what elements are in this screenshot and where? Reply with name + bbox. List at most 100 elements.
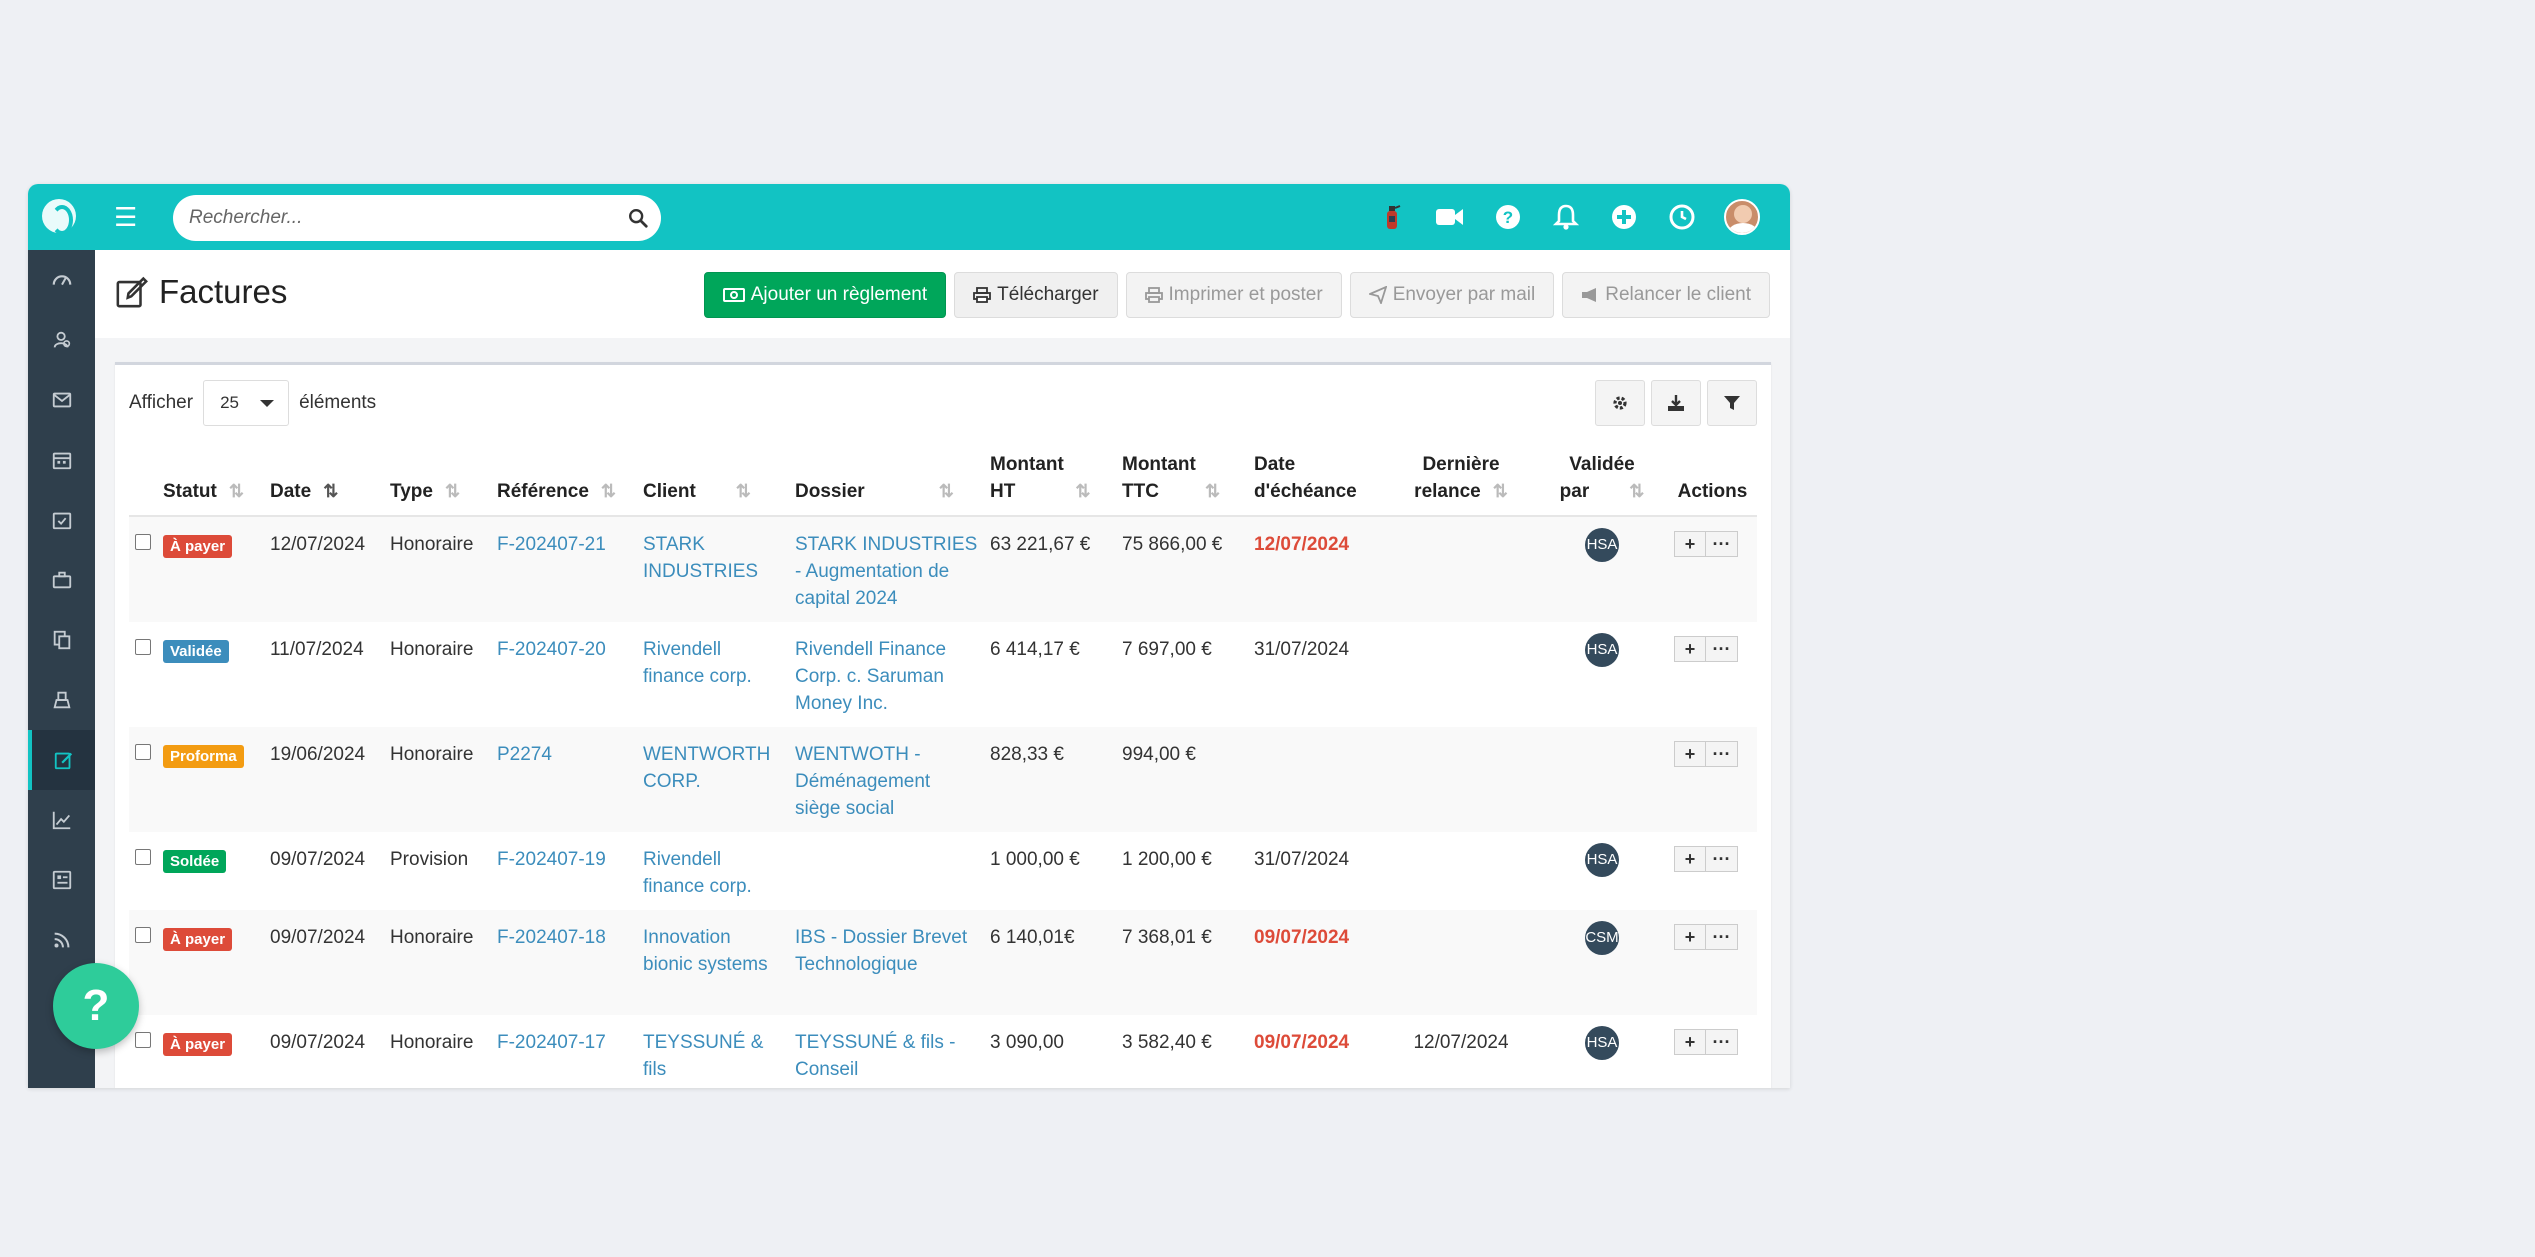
calendar-icon[interactable] [28,430,95,490]
rss-feed-icon[interactable] [28,910,95,970]
reference-link[interactable]: F-202407-19 [491,832,637,910]
row-more-button[interactable]: ··· [1706,531,1738,557]
client-link[interactable]: Innovation bionic systems [637,910,789,1015]
reference-link[interactable]: F-202407-20 [491,622,637,727]
table-row[interactable]: À payer 12/07/2024 Honoraire F-202407-21… [129,516,1757,622]
row-more-button[interactable]: ··· [1706,636,1738,662]
client-link[interactable]: Rivendell finance corp. [637,832,789,910]
dossier-link[interactable]: Rivendell Finance Corp. c. Saruman Money… [789,622,984,727]
sort-icon[interactable]: ⇅ [1493,478,1508,505]
briefcase-icon[interactable] [28,550,95,610]
reference-link[interactable]: F-202407-18 [491,910,637,1015]
client-link[interactable]: TEYSSUNÉ & fils [637,1015,789,1088]
client-link[interactable]: Rivendell finance corp. [637,622,789,727]
table-row[interactable]: À payer 09/07/2024 Honoraire F-202407-18… [129,910,1757,1015]
add-icon[interactable] [1608,201,1640,233]
row-add-button[interactable]: + [1674,846,1706,872]
help-chat-button[interactable]: ? [53,963,139,1049]
table-row[interactable]: Soldée 09/07/2024 Provision F-202407-19 … [129,832,1757,910]
sort-icon[interactable]: ⇅ [939,478,954,505]
download-button[interactable]: Télécharger [954,272,1118,318]
row-more-button[interactable]: ··· [1706,1029,1738,1055]
add-payment-button[interactable]: Ajouter un règlement [703,272,947,318]
dossier-link[interactable]: TEYSSUNÉ & fils - Conseil [789,1015,984,1088]
dashboard-icon[interactable] [28,250,95,310]
table-row[interactable]: À payer 09/07/2024 Honoraire F-202407-17… [129,1015,1757,1088]
column-header-montant-ttc[interactable]: Montant TTC ⇅ [1116,443,1248,517]
reference-link[interactable]: P2274 [491,727,637,832]
sort-icon[interactable]: ⇅ [1075,478,1090,505]
contacts-icon[interactable] [28,310,95,370]
column-header-montant-ht[interactable]: Montant HT ⇅ [984,443,1116,517]
reference-link[interactable]: F-202407-21 [491,516,637,622]
settings-button[interactable] [1595,380,1645,426]
export-button[interactable] [1651,380,1701,426]
row-checkbox[interactable] [135,744,151,760]
table-row[interactable]: Validée 11/07/2024 Honoraire F-202407-20… [129,622,1757,727]
documents-icon[interactable] [28,610,95,670]
remind-client-button[interactable]: Relancer le client [1562,272,1770,318]
sort-icon[interactable]: ⇅ [229,478,244,505]
row-more-button[interactable]: ··· [1706,846,1738,872]
page-size-select[interactable]: 25 [203,380,290,426]
clock-icon[interactable] [1666,201,1698,233]
column-header-relance[interactable]: Dernière relance ⇅ [1386,443,1536,517]
sort-desc-icon[interactable]: ⇅ [323,478,338,505]
fire-extinguisher-icon[interactable] [1376,201,1408,233]
help-icon[interactable]: ? [1492,201,1524,233]
dossier-link[interactable]: WENTWOTH - Déménagement siège social [789,727,984,832]
tasks-icon[interactable] [28,490,95,550]
user-avatar[interactable] [1724,199,1760,235]
column-header-type[interactable]: Type ⇅ [384,443,491,517]
sort-icon[interactable]: ⇅ [736,478,751,505]
last-reminder-cell [1386,727,1536,832]
row-add-button[interactable]: + [1674,531,1706,557]
print-and-post-button[interactable]: Imprimer et poster [1125,272,1342,318]
column-header-validee[interactable]: Validée par ⇅ [1536,443,1668,517]
sort-icon[interactable]: ⇅ [601,478,616,505]
column-header-echeance[interactable]: Date d'échéance [1248,443,1386,517]
search-icon[interactable] [627,207,649,229]
column-header-client[interactable]: Client ⇅ [637,443,789,517]
row-checkbox[interactable] [135,927,151,943]
dossier-link[interactable]: STARK INDUSTRIES - Augmentation de capit… [789,516,984,622]
video-camera-icon[interactable] [1434,201,1466,233]
client-link[interactable]: STARK INDUSTRIES [637,516,789,622]
invoices-icon[interactable] [28,730,95,790]
send-by-mail-button[interactable]: Envoyer par mail [1349,272,1555,318]
row-checkbox[interactable] [135,1032,151,1048]
bell-icon[interactable] [1550,201,1582,233]
statistics-icon[interactable] [28,790,95,850]
reference-link[interactable]: F-202407-17 [491,1015,637,1088]
row-add-button[interactable]: + [1674,1029,1706,1055]
sort-icon[interactable]: ⇅ [1205,478,1220,505]
reports-icon[interactable] [28,850,95,910]
column-header-dossier[interactable]: Dossier ⇅ [789,443,984,517]
mail-icon[interactable] [28,370,95,430]
row-more-button[interactable]: ··· [1706,741,1738,767]
table-header-row: Statut ⇅ Date ⇅ Type ⇅ Référence ⇅ Client ⇅ D… [129,443,1757,517]
billing-machine-icon[interactable] [28,670,95,730]
row-more-button[interactable]: ··· [1706,924,1738,950]
validator-avatar: HSA [1585,633,1619,667]
sort-icon[interactable]: ⇅ [1629,478,1644,505]
dossier-link[interactable] [789,832,984,910]
sort-icon[interactable]: ⇅ [445,478,460,505]
dossier-link[interactable]: IBS - Dossier Brevet Technologique [789,910,984,1015]
filter-button[interactable] [1707,380,1757,426]
column-header-reference[interactable]: Référence ⇅ [491,443,637,517]
table-row[interactable]: Proforma 19/06/2024 Honoraire P2274 WENT… [129,727,1757,832]
client-link[interactable]: WENTWORTH CORP. [637,727,789,832]
search-input[interactable] [189,195,609,241]
row-add-button[interactable]: + [1674,741,1706,767]
row-checkbox[interactable] [135,639,151,655]
logo-icon[interactable] [42,199,76,235]
menu-toggle-icon[interactable]: ☰ [114,202,137,232]
row-checkbox[interactable] [135,534,151,550]
row-add-button[interactable]: + [1674,636,1706,662]
row-checkbox[interactable] [135,849,151,865]
column-header-statut[interactable]: Statut ⇅ [157,443,264,517]
row-add-button[interactable]: + [1674,924,1706,950]
due-date-cell [1248,727,1386,832]
column-header-date[interactable]: Date ⇅ [264,443,384,517]
